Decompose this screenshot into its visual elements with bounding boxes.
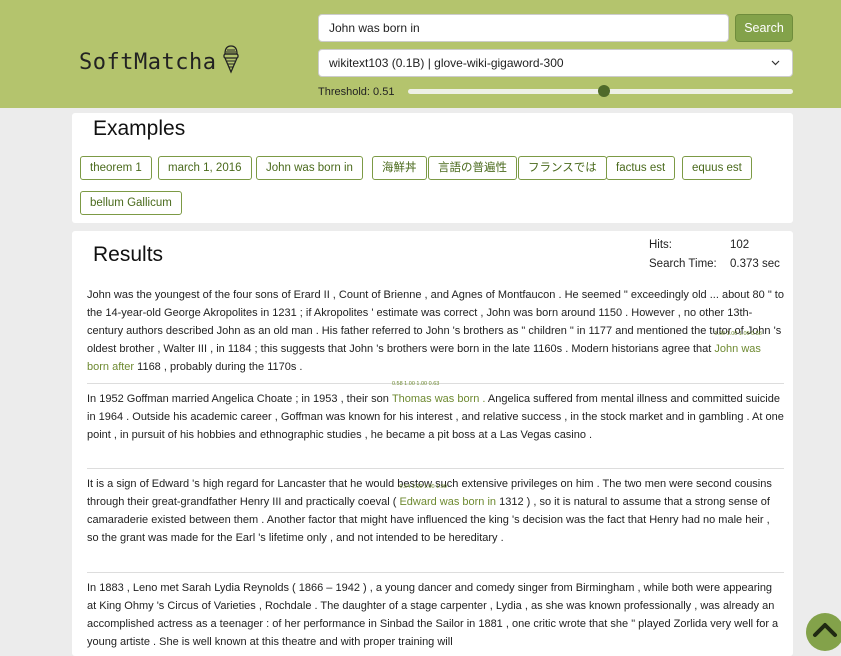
- chevron-down-icon: [771, 50, 780, 86]
- result-item: In 1952 Goffman married Angelica Choate …: [87, 381, 784, 444]
- results-panel: Results Hits: 102 Search Time: 0.373 sec…: [72, 231, 793, 656]
- example-chip[interactable]: theorem 1: [80, 156, 152, 180]
- threshold-slider-thumb[interactable]: [598, 85, 611, 97]
- example-chip[interactable]: equus est: [682, 156, 752, 180]
- header-bar: SoftMatcha Search wikitext103 (0.1B) | g…: [0, 0, 841, 108]
- search-input[interactable]: [318, 14, 729, 42]
- logo[interactable]: SoftMatcha: [79, 44, 240, 80]
- result-item: John was the youngest of the four sons o…: [87, 286, 784, 376]
- threshold-label: Threshold: 0.51: [318, 86, 395, 98]
- brand-name: SoftMatcha: [79, 49, 217, 75]
- hits-label: Hits:: [649, 239, 672, 251]
- search-time-value: 0.373 sec: [730, 258, 780, 270]
- ice-cream-icon: [222, 44, 240, 80]
- example-chip[interactable]: 言語の普遍性: [428, 156, 517, 180]
- example-chip[interactable]: bellum Gallicum: [80, 191, 182, 215]
- result-text: In 1952 Goffman married Angelica Choate …: [87, 393, 392, 405]
- model-select-value: wikitext103 (0.1B) | glove-wiki-gigaword…: [329, 56, 564, 70]
- result-divider: [87, 572, 784, 573]
- match-text: Thomas was born .: [391, 393, 486, 405]
- examples-panel: Examples theorem 1 march 1, 2016 John wa…: [72, 113, 793, 223]
- examples-title: Examples: [93, 117, 186, 140]
- example-chip[interactable]: John was born in: [256, 156, 363, 180]
- result-text: In 1883 , Leno met Sarah Lydia Reynolds …: [87, 582, 779, 648]
- search-time-label: Search Time:: [649, 258, 717, 270]
- results-title: Results: [93, 243, 164, 266]
- match-highlight[interactable]: 0.54 1.00 1.00 1.00 Edward was born in: [399, 484, 497, 508]
- hits-value: 102: [730, 239, 750, 251]
- example-chip[interactable]: factus est: [606, 156, 676, 180]
- example-chip[interactable]: フランスでは: [518, 156, 607, 180]
- example-chip[interactable]: march 1, 2016: [158, 156, 252, 180]
- match-scores: 0.54 1.00 1.00 1.00: [399, 484, 447, 490]
- match-text: Edward was born in: [399, 496, 497, 508]
- match-highlight[interactable]: 0.58 1.00 1.00 0.63 Thomas was born .: [391, 381, 486, 405]
- threshold-slider[interactable]: [408, 85, 793, 97]
- result-item: It is a sign of Edward 's high regard fo…: [87, 475, 784, 547]
- model-select[interactable]: wikitext103 (0.1B) | glove-wiki-gigaword…: [318, 49, 793, 77]
- result-divider: [87, 468, 784, 469]
- result-text: 1168 , probably during the 1170s .: [134, 361, 303, 373]
- match-scores: 1.00 1.00 1.00 0.58: [714, 331, 762, 337]
- match-scores: 0.58 1.00 1.00 0.63: [391, 381, 440, 387]
- example-chip[interactable]: 海鮮丼: [372, 156, 427, 180]
- chevron-up-icon: [812, 620, 838, 645]
- result-item: In 1883 , Leno met Sarah Lydia Reynolds …: [87, 579, 784, 651]
- scroll-to-top-button[interactable]: [806, 613, 841, 651]
- result-text: John was the youngest of the four sons o…: [87, 289, 784, 355]
- search-button[interactable]: Search: [735, 14, 793, 42]
